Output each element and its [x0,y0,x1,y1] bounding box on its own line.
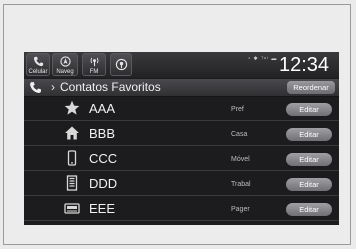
edit-button[interactable]: Editar [286,203,332,216]
navigation-button[interactable]: Naveg [52,53,78,76]
mobile-icon [64,150,80,166]
phone-icon [27,56,49,69]
phone-button[interactable]: Celular [26,53,50,76]
infotainment-screen: Celular Naveg FM ⁴ ✱ ᵀᵉˡ ▬ 12:34 › Conta… [24,52,339,225]
pager-icon [64,200,80,216]
contact-name: AAA [89,101,116,116]
work-building-icon [64,175,80,191]
top-status-bar: Celular Naveg FM ⁴ ✱ ᵀᵉˡ ▬ 12:34 [24,52,339,78]
contact-type: Trabal [231,181,251,188]
contact-name: EEE [89,201,116,216]
edit-button[interactable]: Editar [286,128,332,141]
contact-type: Pref [231,106,244,113]
favorite-row[interactable]: BBB Casa Editar [24,122,339,146]
favorite-row[interactable]: EEE Pager Editar [24,197,339,221]
favorite-row[interactable]: DDD Trabal Editar [24,172,339,196]
page-title: Contatos Favoritos [60,80,161,94]
clock: 12:34 [279,54,330,76]
status-icons: ⁴ ✱ ᵀᵉˡ ▬ [248,56,278,62]
fm-button-label: FM [89,69,99,75]
navigation-button-label: Naveg [56,69,74,75]
radio-icon [83,56,105,69]
contact-type: Casa [231,131,248,138]
home-icon [64,125,80,141]
edit-button[interactable]: Editar [286,178,332,191]
edit-button[interactable]: Editar [286,153,332,166]
title-bar: › Contatos Favoritos Reordenar [24,79,339,97]
contact-type: Móvel [231,156,250,163]
reorder-button[interactable]: Reordenar [287,81,335,94]
phone-button-label: Celular [28,69,48,75]
navigation-icon [53,56,77,69]
fm-radio-button[interactable]: FM [82,53,106,76]
chevron-right-icon: › [51,80,55,94]
edit-button[interactable]: Editar [286,103,332,116]
contact-type: Pager [231,206,250,213]
contact-name: CCC [89,151,118,166]
favorite-row[interactable]: AAA Pref Editar [24,97,339,121]
star-icon [64,100,80,116]
audio-source-button[interactable] [110,53,132,76]
favorite-row[interactable]: CCC Móvel Editar [24,147,339,171]
audio-source-icon [111,58,131,79]
contact-name: BBB [89,126,116,141]
contact-name: DDD [89,176,118,191]
